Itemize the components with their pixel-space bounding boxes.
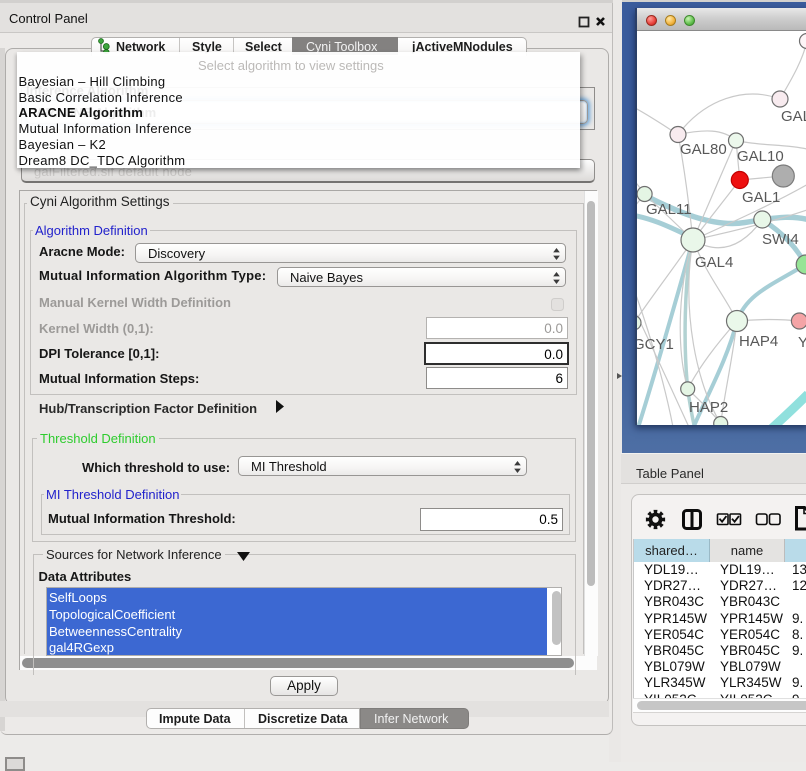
svg-text:GAL4: GAL4 bbox=[695, 254, 733, 271]
svg-text:HAP2: HAP2 bbox=[689, 399, 728, 416]
svg-text:GAL: GAL bbox=[781, 108, 806, 125]
svg-text:SWI4: SWI4 bbox=[762, 231, 799, 248]
svg-text:Y: Y bbox=[798, 334, 806, 351]
svg-text:GAL80: GAL80 bbox=[680, 141, 727, 158]
svg-text:GAL11: GAL11 bbox=[646, 201, 692, 218]
svg-text:GCY1: GCY1 bbox=[637, 336, 673, 353]
svg-text:GAL10: GAL10 bbox=[737, 148, 784, 165]
svg-text:GAL1: GAL1 bbox=[742, 189, 780, 206]
svg-text:HAP4: HAP4 bbox=[739, 333, 778, 350]
